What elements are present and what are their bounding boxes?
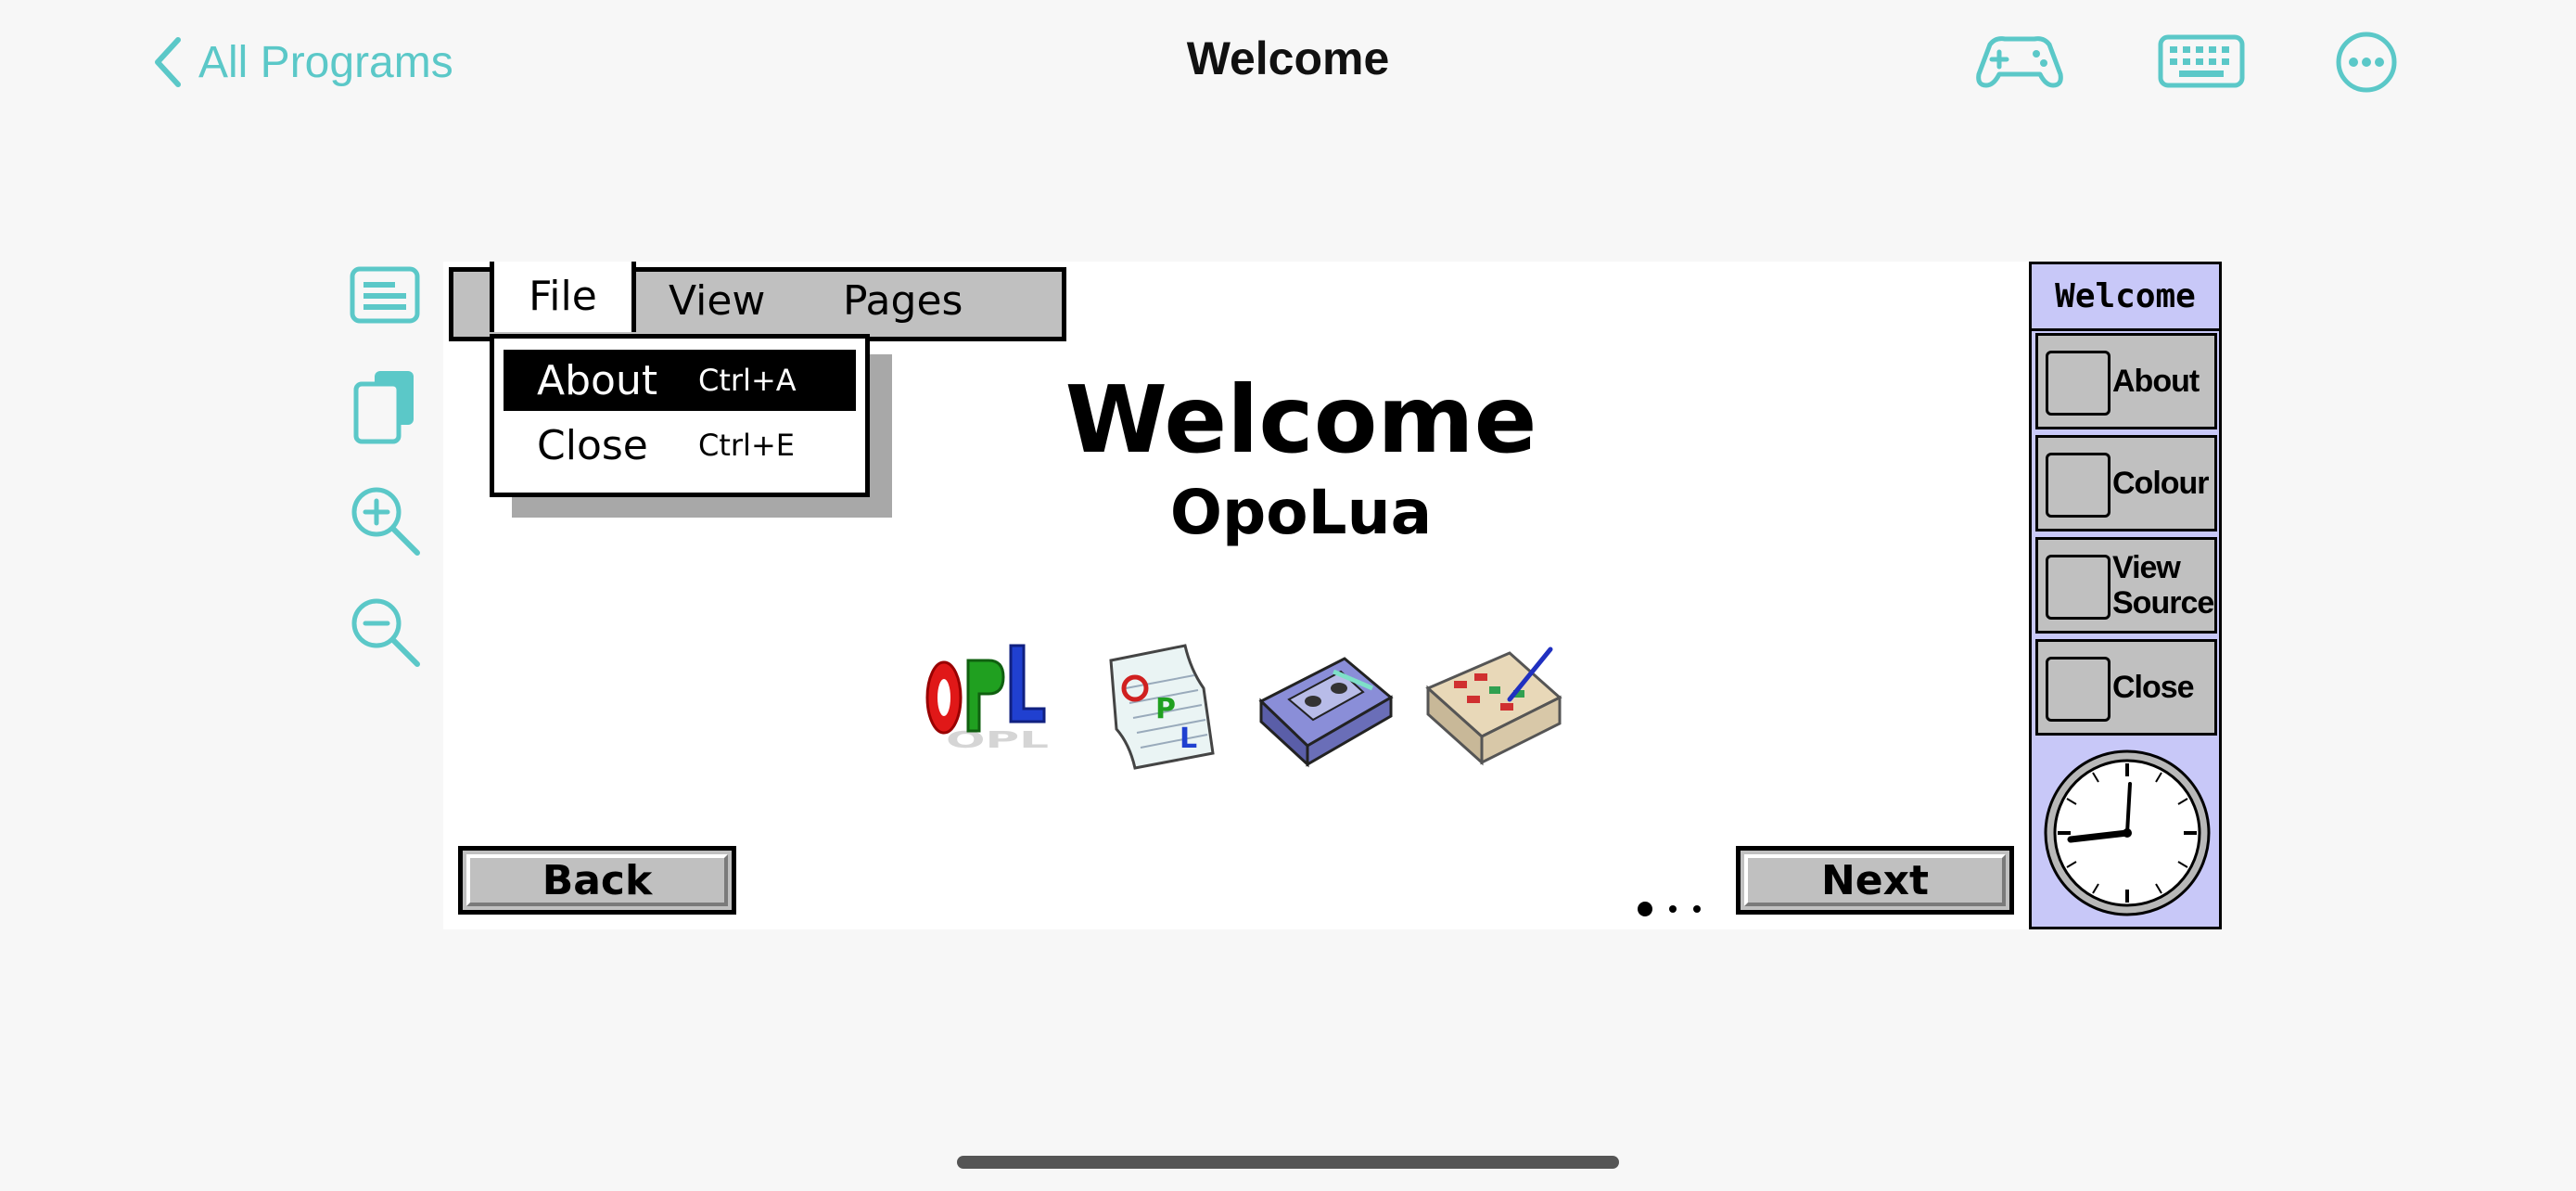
opl-logo-icon: OPL: [914, 633, 1063, 781]
toolbar-title: Welcome: [2032, 264, 2219, 331]
emulator-screen[interactable]: View Pages File About Ctrl+A Close Ctrl+…: [443, 262, 2222, 929]
chevron-left-icon: [155, 37, 181, 87]
toolbar-close-label: Close: [2112, 670, 2195, 705]
toolbar-button-icon: [2046, 351, 2111, 416]
toolbar-view-source-label: View Source: [2112, 550, 2214, 621]
page-dot: [1693, 905, 1701, 913]
zoom-out-icon[interactable]: [343, 590, 427, 673]
game-controller-icon[interactable]: [1971, 26, 2068, 98]
welcome-heading: Welcome: [1065, 365, 1537, 474]
toolbar-about-button[interactable]: About: [2035, 333, 2217, 429]
more-icon[interactable]: [2318, 26, 2415, 98]
clock-icon: [2041, 747, 2213, 919]
menu-icon[interactable]: [343, 254, 427, 338]
toolbar-colour-button[interactable]: Colour: [2035, 435, 2217, 531]
back-button-label: All Programs: [198, 37, 453, 87]
toolbar-button-icon: [2046, 555, 2111, 620]
menu-file[interactable]: File: [490, 262, 636, 332]
page-dot: [1669, 905, 1677, 913]
toolbar-button-icon: [2046, 657, 2111, 722]
app-toolbar: Welcome About Colour View Source Close: [2029, 262, 2222, 929]
toolbar-view-source-button[interactable]: View Source: [2035, 537, 2217, 634]
menu-pages[interactable]: Pages: [843, 277, 963, 325]
back-nav-button[interactable]: Back: [458, 846, 736, 915]
svg-text:P: P: [1155, 693, 1176, 725]
copy-icon[interactable]: [343, 364, 427, 447]
next-button[interactable]: Next: [1736, 846, 2014, 915]
toolbar-button-icon: [2046, 453, 2111, 518]
toolbar-close-button[interactable]: Close: [2035, 639, 2217, 736]
toolbar-about-label: About: [2112, 364, 2200, 399]
opl-document-icon: P L: [1083, 633, 1231, 781]
page-indicator: [1638, 902, 1701, 916]
page-dot: [1638, 902, 1652, 916]
welcome-subtitle: OpoLua: [1169, 477, 1433, 548]
cassette-icon: [1252, 633, 1400, 781]
home-indicator[interactable]: [957, 1156, 1619, 1169]
svg-text:L: L: [1180, 723, 1197, 755]
toolbar-colour-label: Colour: [2112, 466, 2210, 501]
svg-text:OPL: OPL: [946, 726, 1049, 753]
menu-view[interactable]: View: [669, 277, 765, 325]
keyboard-icon[interactable]: [2153, 26, 2250, 98]
calendar-icon: [1421, 633, 1569, 781]
back-button[interactable]: All Programs: [148, 30, 453, 95]
zoom-in-icon[interactable]: [343, 479, 427, 562]
